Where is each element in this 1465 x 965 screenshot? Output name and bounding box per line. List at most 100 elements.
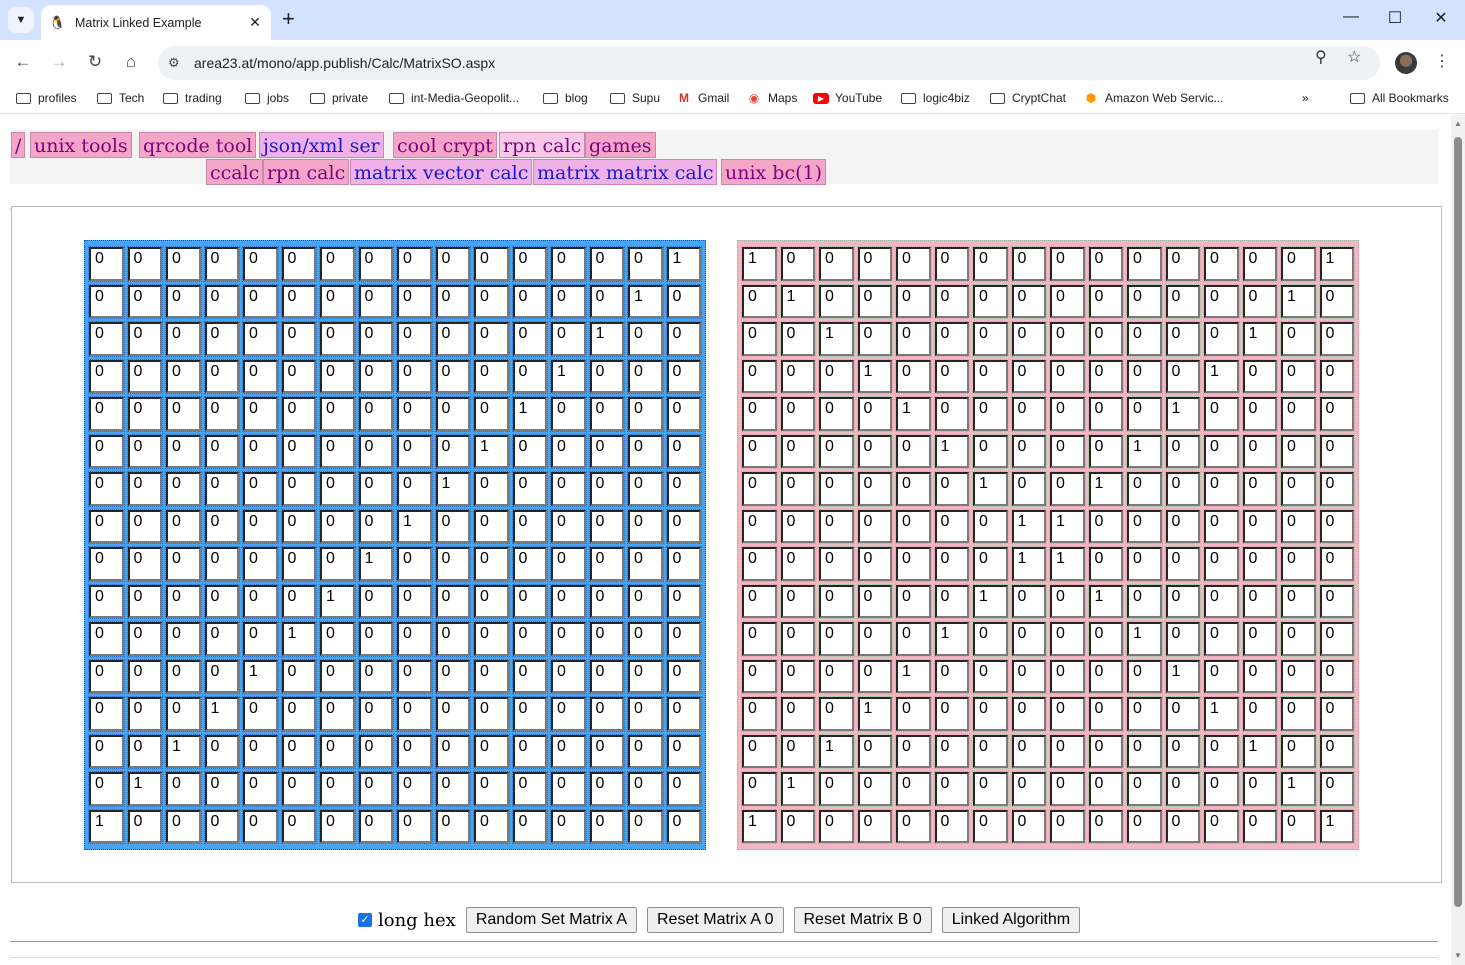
matrix-b-cell[interactable]: 0 xyxy=(1126,471,1163,507)
matrix-b-cell[interactable]: 0 xyxy=(818,808,855,844)
matrix-a-cell[interactable]: 0 xyxy=(319,696,356,732)
matrix-b-cell[interactable]: 0 xyxy=(1318,771,1355,807)
matrix-b-cell[interactable]: 0 xyxy=(1280,471,1317,507)
matrix-a-cell[interactable]: 0 xyxy=(357,508,394,544)
matrix-b-cell[interactable]: 0 xyxy=(1241,283,1278,319)
matrix-a-cell[interactable]: 0 xyxy=(165,246,202,282)
matrix-b-cell[interactable]: 0 xyxy=(1049,471,1086,507)
bookmark-youtube[interactable]: ▶ YouTube xyxy=(813,91,882,105)
matrix-a-cell[interactable]: 0 xyxy=(588,621,625,657)
matrix-b-cell[interactable]: 0 xyxy=(1010,658,1047,694)
matrix-b-cell[interactable]: 1 xyxy=(779,283,816,319)
matrix-b-cell[interactable]: 0 xyxy=(856,658,893,694)
matrix-a-cell[interactable]: 0 xyxy=(126,546,163,582)
matrix-a-cell[interactable]: 0 xyxy=(511,471,548,507)
matrix-b-cell[interactable]: 0 xyxy=(1164,321,1201,357)
reset-matrix-a-button[interactable]: Reset Matrix A 0 xyxy=(647,907,784,933)
matrix-b-cell[interactable]: 0 xyxy=(1164,621,1201,657)
matrix-b-cell[interactable]: 0 xyxy=(1010,396,1047,432)
matrix-a-cell[interactable]: 0 xyxy=(280,808,317,844)
matrix-b-cell[interactable]: 0 xyxy=(1241,508,1278,544)
matrix-a-cell[interactable]: 0 xyxy=(319,808,356,844)
matrix-b-cell[interactable]: 0 xyxy=(1241,546,1278,582)
matrix-b-cell[interactable]: 0 xyxy=(1318,583,1355,619)
matrix-a-cell[interactable]: 0 xyxy=(126,621,163,657)
matrix-b-cell[interactable]: 0 xyxy=(818,246,855,282)
matrix-a-cell[interactable]: 0 xyxy=(126,658,163,694)
matrix-a-cell[interactable]: 0 xyxy=(126,433,163,469)
home-icon[interactable]: ⌂ xyxy=(120,52,142,72)
menu-rpn-calc-2[interactable]: rpn calc xyxy=(263,159,350,185)
matrix-a-cell[interactable]: 0 xyxy=(88,433,125,469)
bookmark-trading[interactable]: trading xyxy=(163,91,222,105)
close-icon[interactable]: ✕ xyxy=(247,14,263,31)
matrix-a-cell[interactable]: 0 xyxy=(319,283,356,319)
matrix-b-cell[interactable]: 0 xyxy=(741,621,778,657)
matrix-b-cell[interactable]: 1 xyxy=(1280,771,1317,807)
matrix-a-cell[interactable]: 0 xyxy=(203,396,240,432)
matrix-b-cell[interactable]: 0 xyxy=(1318,546,1355,582)
matrix-a-cell[interactable]: 0 xyxy=(665,808,702,844)
address-bar[interactable]: ⚙ area23.at/mono/app.publish/Calc/Matrix… xyxy=(158,46,1380,80)
matrix-a-cell[interactable]: 0 xyxy=(588,358,625,394)
matrix-a-cell[interactable]: 0 xyxy=(588,508,625,544)
matrix-a-cell[interactable]: 0 xyxy=(550,246,587,282)
matrix-a-cell[interactable]: 0 xyxy=(165,471,202,507)
matrix-a-cell[interactable]: 0 xyxy=(473,246,510,282)
matrix-a-cell[interactable]: 0 xyxy=(434,283,471,319)
matrix-b-cell[interactable]: 0 xyxy=(1280,246,1317,282)
matrix-a-cell[interactable]: 0 xyxy=(280,471,317,507)
scroll-up-arrow-icon[interactable]: ▲ xyxy=(1451,119,1465,128)
matrix-a-cell[interactable]: 0 xyxy=(88,621,125,657)
matrix-b-cell[interactable]: 1 xyxy=(1010,546,1047,582)
matrix-b-cell[interactable]: 0 xyxy=(1280,396,1317,432)
matrix-a-cell[interactable]: 0 xyxy=(126,508,163,544)
matrix-b-cell[interactable]: 0 xyxy=(1126,696,1163,732)
scroll-down-arrow-icon[interactable]: ▼ xyxy=(1451,951,1465,960)
matrix-b-cell[interactable]: 0 xyxy=(1318,321,1355,357)
matrix-a-cell[interactable]: 0 xyxy=(357,621,394,657)
matrix-b-cell[interactable]: 0 xyxy=(933,246,970,282)
matrix-b-cell[interactable]: 0 xyxy=(856,546,893,582)
matrix-a-cell[interactable]: 0 xyxy=(242,433,279,469)
matrix-a-cell[interactable]: 0 xyxy=(665,546,702,582)
matrix-b-cell[interactable]: 0 xyxy=(1087,733,1124,769)
matrix-b-cell[interactable]: 0 xyxy=(1164,771,1201,807)
matrix-b-cell[interactable]: 0 xyxy=(1280,583,1317,619)
matrix-b-cell[interactable]: 0 xyxy=(1318,396,1355,432)
matrix-b-cell[interactable]: 0 xyxy=(1164,433,1201,469)
all-bookmarks[interactable]: All Bookmarks xyxy=(1350,91,1449,105)
matrix-a-cell[interactable]: 0 xyxy=(550,733,587,769)
matrix-b-cell[interactable]: 0 xyxy=(856,771,893,807)
matrix-a-cell[interactable]: 0 xyxy=(242,246,279,282)
matrix-a-cell[interactable]: 0 xyxy=(665,433,702,469)
matrix-b-cell[interactable]: 0 xyxy=(741,283,778,319)
matrix-b-cell[interactable]: 0 xyxy=(818,583,855,619)
matrix-b-cell[interactable]: 0 xyxy=(1164,246,1201,282)
matrix-a-cell[interactable]: 0 xyxy=(88,321,125,357)
menu-rpn-calc[interactable]: rpn calc xyxy=(499,132,586,158)
matrix-b-cell[interactable]: 0 xyxy=(1241,621,1278,657)
matrix-a-cell[interactable]: 0 xyxy=(511,808,548,844)
matrix-a-cell[interactable]: 0 xyxy=(126,283,163,319)
matrix-a-cell[interactable]: 0 xyxy=(473,396,510,432)
matrix-b-cell[interactable]: 0 xyxy=(1087,433,1124,469)
matrix-a-cell[interactable]: 0 xyxy=(165,546,202,582)
matrix-a-cell[interactable]: 0 xyxy=(396,246,433,282)
matrix-b-cell[interactable]: 0 xyxy=(1010,433,1047,469)
matrix-a-cell[interactable]: 0 xyxy=(242,546,279,582)
matrix-b-cell[interactable]: 0 xyxy=(895,433,932,469)
matrix-a-cell[interactable]: 0 xyxy=(126,358,163,394)
matrix-b-cell[interactable]: 0 xyxy=(1087,321,1124,357)
matrix-a-cell[interactable]: 0 xyxy=(627,396,664,432)
matrix-b-cell[interactable]: 0 xyxy=(933,546,970,582)
matrix-b-cell[interactable]: 0 xyxy=(1010,358,1047,394)
matrix-b-cell[interactable]: 0 xyxy=(1049,696,1086,732)
matrix-b-cell[interactable]: 0 xyxy=(741,696,778,732)
matrix-a-cell[interactable]: 0 xyxy=(88,396,125,432)
matrix-b-cell[interactable]: 0 xyxy=(933,508,970,544)
matrix-b-cell[interactable]: 0 xyxy=(1126,658,1163,694)
matrix-b-cell[interactable]: 0 xyxy=(1164,283,1201,319)
matrix-a-cell[interactable]: 0 xyxy=(280,771,317,807)
matrix-b-cell[interactable]: 0 xyxy=(1280,621,1317,657)
